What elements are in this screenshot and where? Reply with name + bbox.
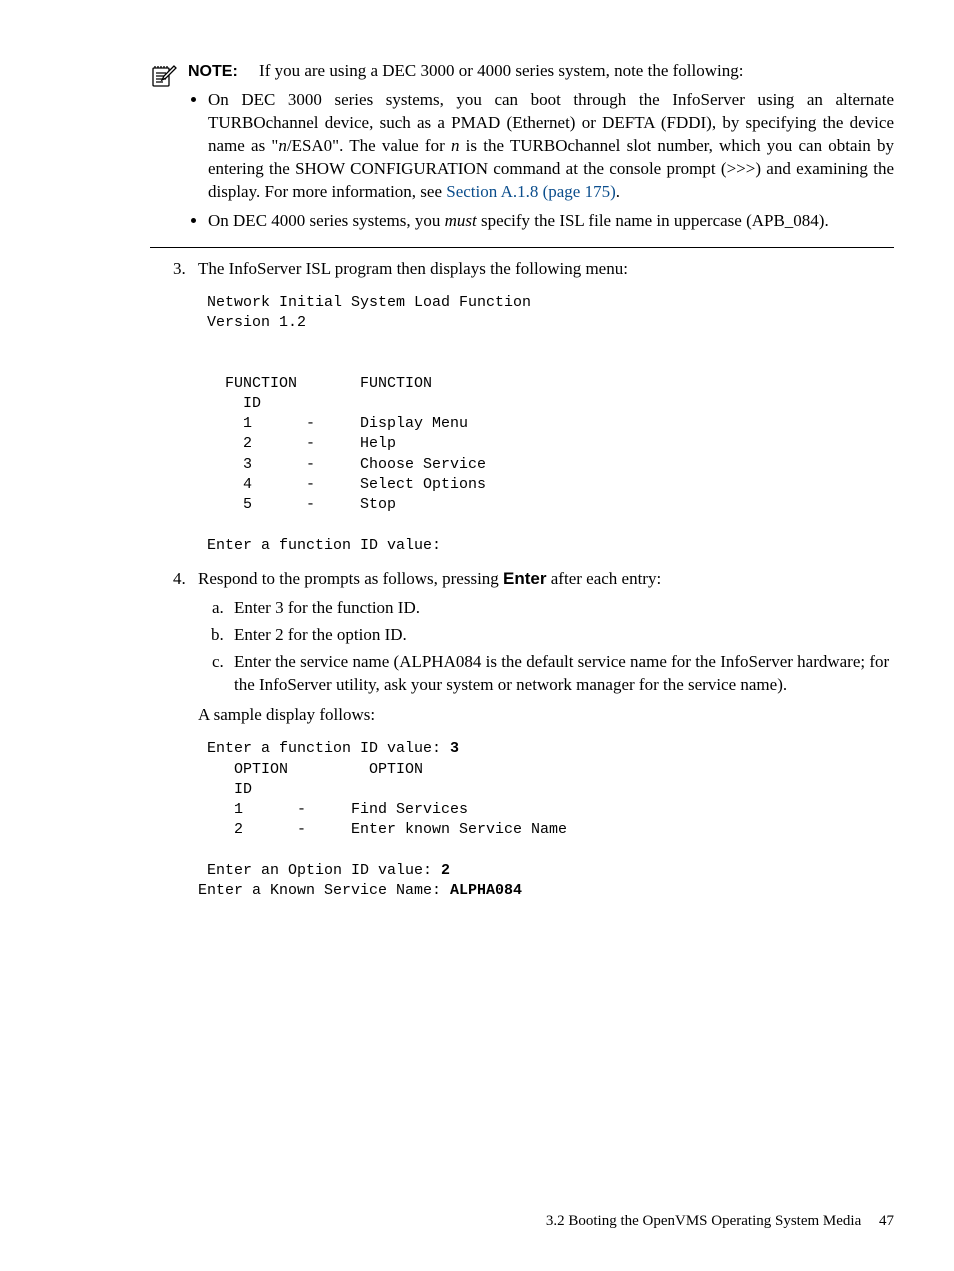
step4-substeps: Enter 3 for the function ID. Enter 2 for…: [198, 597, 894, 697]
step4-intro-a: Respond to the prompts as follows, press…: [198, 569, 503, 588]
note-bullet-2: On DEC 4000 series systems, you must spe…: [208, 210, 894, 233]
note-intro: If you are using a DEC 3000 or 4000 seri…: [259, 61, 743, 80]
step-3: The InfoServer ISL program then displays…: [190, 258, 894, 556]
footer-page-number: 47: [879, 1213, 894, 1229]
step-4: Respond to the prompts as follows, press…: [190, 568, 894, 902]
step4-intro-b: after each entry:: [547, 569, 662, 588]
numbered-steps: The InfoServer ISL program then displays…: [60, 258, 894, 902]
sample-intro: A sample display follows:: [198, 704, 894, 727]
section-link[interactable]: Section A.1.8 (page 175): [446, 182, 616, 201]
note-bullet-1: On DEC 3000 series systems, you can boot…: [208, 89, 894, 204]
footer-section: 3.2 Booting the OpenVMS Operating System…: [546, 1213, 861, 1229]
note-icon: [150, 62, 178, 97]
step4-code-block: Enter a function ID value: 3 OPTION OPTI…: [198, 739, 894, 901]
enter-key: Enter: [503, 569, 546, 588]
step4-a: Enter 3 for the function ID.: [228, 597, 894, 620]
step3-code-block: Network Initial System Load Function Ver…: [198, 293, 894, 556]
document-page: NOTE: If you are using a DEC 3000 or 400…: [0, 0, 954, 1271]
note-block: NOTE: If you are using a DEC 3000 or 400…: [150, 60, 894, 248]
note-content: NOTE: If you are using a DEC 3000 or 400…: [188, 60, 894, 239]
step4-b: Enter 2 for the option ID.: [228, 624, 894, 647]
step4-c: Enter the service name (ALPHA084 is the …: [228, 651, 894, 697]
note-label: NOTE:: [188, 63, 238, 80]
page-footer: 3.2 Booting the OpenVMS Operating System…: [546, 1211, 894, 1231]
step3-text: The InfoServer ISL program then displays…: [198, 259, 628, 278]
note-bullet-list: On DEC 3000 series systems, you can boot…: [188, 89, 894, 233]
